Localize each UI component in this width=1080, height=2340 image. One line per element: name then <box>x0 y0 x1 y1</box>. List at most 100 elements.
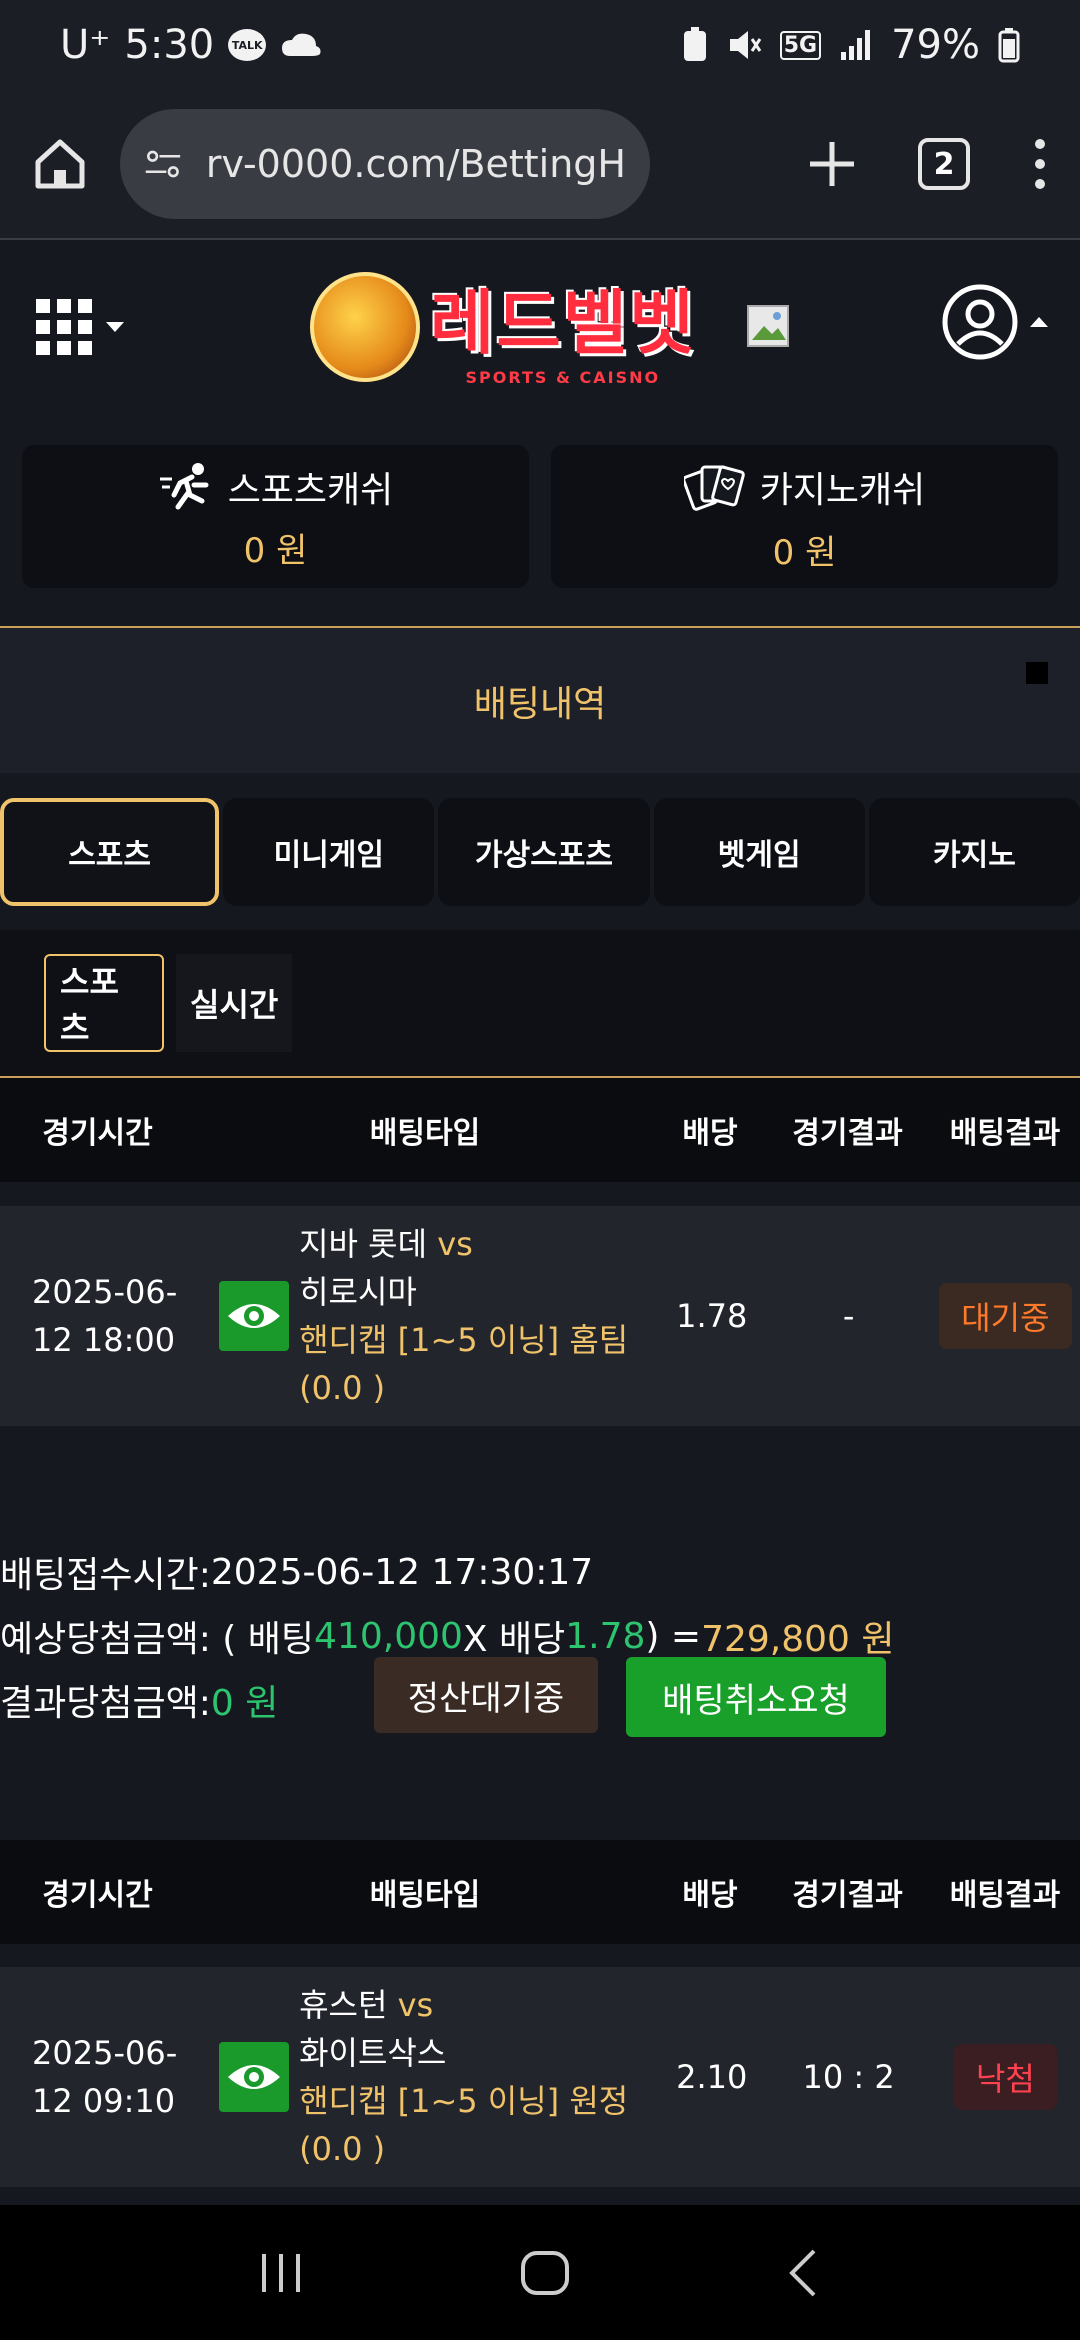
handicap-line: (0.0 ) <box>299 1369 386 1407</box>
eye-icon[interactable] <box>219 2042 290 2112</box>
status-bar: U⁺ 5:30 TALK 5G 79% <box>0 0 1080 90</box>
caret-up-icon <box>1030 317 1048 327</box>
received-time-line: 배팅접수시간: 2025-06-12 17:30:17 <box>0 1551 594 1597</box>
match-result: 10 : 2 <box>802 2058 895 2096</box>
square-marker <box>1026 662 1048 684</box>
cancel-bet-button[interactable]: 배팅취소요청 <box>626 1657 886 1737</box>
back-icon[interactable] <box>784 2247 824 2299</box>
bet-type-cell: 휴스턴 vs 화이트삭스 핸디캡 [1~5 이닝] 원정 (0.0 ) <box>219 1981 657 2173</box>
url-text: rv-0000.com/BettingH <box>205 142 626 186</box>
playing-cards-icon <box>683 465 745 511</box>
bet-type-cell: 지바 롯데 vs 히로시마 핸디캡 [1~5 이닝] 홈팀 (0.0 ) <box>219 1220 657 1412</box>
system-navigation-bar <box>0 2205 1080 2340</box>
eye-icon[interactable] <box>219 1281 290 1351</box>
subtab-live[interactable]: 실시간 <box>176 954 293 1052</box>
user-avatar-icon <box>942 284 1018 360</box>
category-tabs: 스포츠 미니게임 가상스포츠 벳게임 카지노 <box>0 798 1080 906</box>
bet-result-cell: 낙첨 <box>931 2044 1080 2110</box>
broken-image-icon <box>747 305 789 347</box>
logo-emblem <box>310 272 420 382</box>
table-header: 경기시간 배팅타입 배당 경기결과 배팅결과 <box>0 1840 1080 1944</box>
home-team: 지바 롯데 <box>299 1225 428 1263</box>
header-match-result: 경기결과 <box>792 1878 903 1913</box>
header-match-result: 경기결과 <box>792 1116 903 1151</box>
away-team: 화이트삭스 <box>299 2034 447 2072</box>
odds-value: 2.10 <box>676 2058 748 2096</box>
signal-icon <box>841 30 871 60</box>
received-time: 2025-06-12 17:30:17 <box>210 1551 594 1593</box>
browser-toolbar: rv-0000.com/BettingH 2 <box>0 90 1080 240</box>
home-icon[interactable] <box>30 134 90 194</box>
tab-switcher-button[interactable]: 2 <box>918 138 970 190</box>
mute-icon <box>729 31 761 59</box>
cash-summary: 스포츠캐쉬 0 원 카지노캐쉬 0 원 <box>22 445 1058 588</box>
tab-count-label: 2 <box>933 146 955 182</box>
home-team: 휴스턴 <box>299 1986 388 2024</box>
tab-casino[interactable]: 카지노 <box>868 798 1080 906</box>
tab-virtual-sports[interactable]: 가상스포츠 <box>438 798 650 906</box>
status-badge: 낙첨 <box>953 2044 1057 2110</box>
logo-title: 레드벨벳 <box>430 282 696 364</box>
vs-label: vs <box>437 1225 473 1263</box>
bet-result-cell: 대기중 <box>931 1283 1080 1349</box>
cloud-icon <box>282 33 321 56</box>
handicap-line: (0.0 ) <box>299 2130 386 2168</box>
site-settings-icon[interactable] <box>144 146 182 182</box>
battery-saver-icon <box>683 27 706 61</box>
status-badge: 대기중 <box>939 1283 1072 1349</box>
tab-minigame[interactable]: 미니게임 <box>223 798 435 906</box>
header-bet-result: 배팅결과 <box>949 1116 1061 1151</box>
away-team: 히로시마 <box>299 1273 417 1311</box>
tab-sports[interactable]: 스포츠 <box>0 798 220 906</box>
battery-percent: 79% <box>891 22 980 68</box>
casino-cash-card: 카지노캐쉬 0 원 <box>551 445 1058 588</box>
sports-cash-card: 스포츠캐쉬 0 원 <box>22 445 529 588</box>
home-button-icon[interactable] <box>519 2247 571 2299</box>
subtab-sports[interactable]: 스포츠 <box>44 954 164 1052</box>
casino-cash-amount: 0 원 <box>772 533 837 573</box>
network-5g-label: 5G <box>779 30 822 60</box>
running-icon <box>159 463 209 510</box>
header-odds: 배당 <box>682 1116 738 1151</box>
sports-cash-label: 스포츠캐쉬 <box>227 470 394 511</box>
result-amount: 0 원 <box>210 1683 279 1724</box>
tab-betgame[interactable]: 벳게임 <box>653 798 865 906</box>
url-bar[interactable]: rv-0000.com/BettingH <box>120 109 650 219</box>
user-menu-button[interactable] <box>942 284 1050 360</box>
betting-history-header: 배팅내역 <box>0 628 1080 773</box>
header-match-time: 경기시간 <box>42 1878 153 1913</box>
subtabs: 스포츠 실시간 <box>0 930 1080 1076</box>
header-match-time: 경기시간 <box>42 1116 153 1151</box>
match-result: - <box>842 1297 855 1335</box>
page-title: 배팅내역 <box>473 683 607 725</box>
battery-icon <box>998 28 1020 63</box>
clock: 5:30 <box>124 22 215 68</box>
market-label: 핸디캡 [1~5 이닝] 홈팀 <box>299 1321 629 1359</box>
recent-apps-icon[interactable] <box>256 2248 306 2298</box>
stake-amount: 410,000 <box>314 1615 463 1657</box>
carrier-label: U⁺ <box>60 22 111 68</box>
menu-grid-button[interactable] <box>34 297 126 357</box>
slip-odds: 1.78 <box>565 1615 646 1657</box>
bet-slip-info: 배팅접수시간: 2025-06-12 17:30:17 예상당첨금액: ( 배팅… <box>0 1540 1080 1737</box>
kakaotalk-icon: TALK <box>228 29 267 61</box>
odds-value: 1.78 <box>676 1297 748 1335</box>
site-header: 레드벨벳 SPORTS & CAISNO <box>0 242 1080 412</box>
match-time: 2025-06- 12 09:10 <box>32 2034 178 2120</box>
table-header: 경기시간 배팅타입 배당 경기결과 배팅결과 <box>0 1078 1080 1182</box>
expected-payout: 729,800 원 <box>701 1619 895 1660</box>
settlement-pending-button[interactable]: 정산대기중 <box>374 1657 598 1733</box>
header-odds: 배당 <box>682 1878 738 1913</box>
header-bet-result: 배팅결과 <box>949 1878 1061 1913</box>
new-tab-icon[interactable] <box>806 138 858 190</box>
more-menu-icon[interactable] <box>1030 138 1050 190</box>
market-label: 핸디캡 [1~5 이닝] 원정 <box>299 2082 629 2120</box>
sports-cash-amount: 0 원 <box>243 531 308 571</box>
logo-subtitle: SPORTS & CAISNO <box>465 368 661 387</box>
vs-label: vs <box>397 1986 434 2024</box>
grid-menu-icon <box>36 299 92 355</box>
table-row: 2025-06- 12 18:00 지바 롯데 vs 히로시마 핸디캡 [1~5… <box>0 1206 1080 1426</box>
site-logo[interactable]: 레드벨벳 SPORTS & CAISNO <box>310 262 696 392</box>
match-time: 2025-06- 12 18:00 <box>32 1273 178 1359</box>
caret-down-icon <box>106 322 124 332</box>
